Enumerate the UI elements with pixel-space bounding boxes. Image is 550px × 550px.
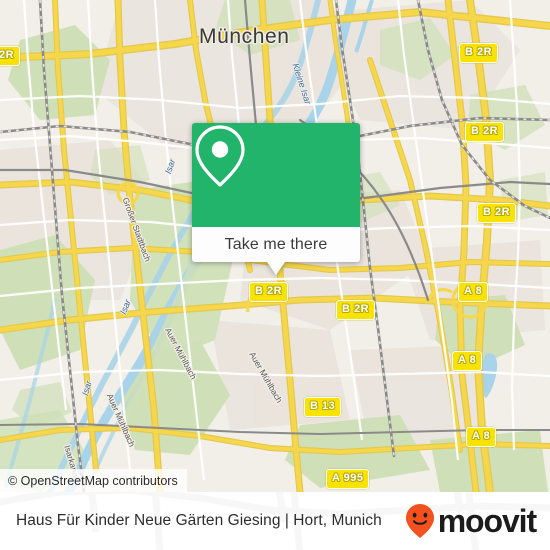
place-title: Haus Für Kinder Neue Gärten Giesing | Ho… [16,512,382,529]
popup-image-panel [192,123,360,227]
take-me-there-label: Take me there [224,235,328,253]
osm-attribution-text: © OpenStreetMap contributors [8,473,178,488]
moovit-smiley-pin-icon [405,504,434,538]
map-pin-icon [195,125,245,187]
location-popup-card[interactable]: Take me there [192,123,360,275]
footer-bar: Haus Für Kinder Neue Gärten Giesing | Ho… [0,492,550,550]
map-screenshot: München Isar Isar Isar Kleine Isar Große… [0,0,550,550]
moovit-logo[interactable]: moovit [405,503,537,539]
popup-pointer-tail [267,262,285,275]
osm-attribution[interactable]: © OpenStreetMap contributors [0,469,187,492]
map-canvas[interactable]: München Isar Isar Isar Kleine Isar Große… [0,0,550,492]
popup-action-bar[interactable]: Take me there [192,227,360,262]
moovit-wordmark: moovit [437,503,537,539]
